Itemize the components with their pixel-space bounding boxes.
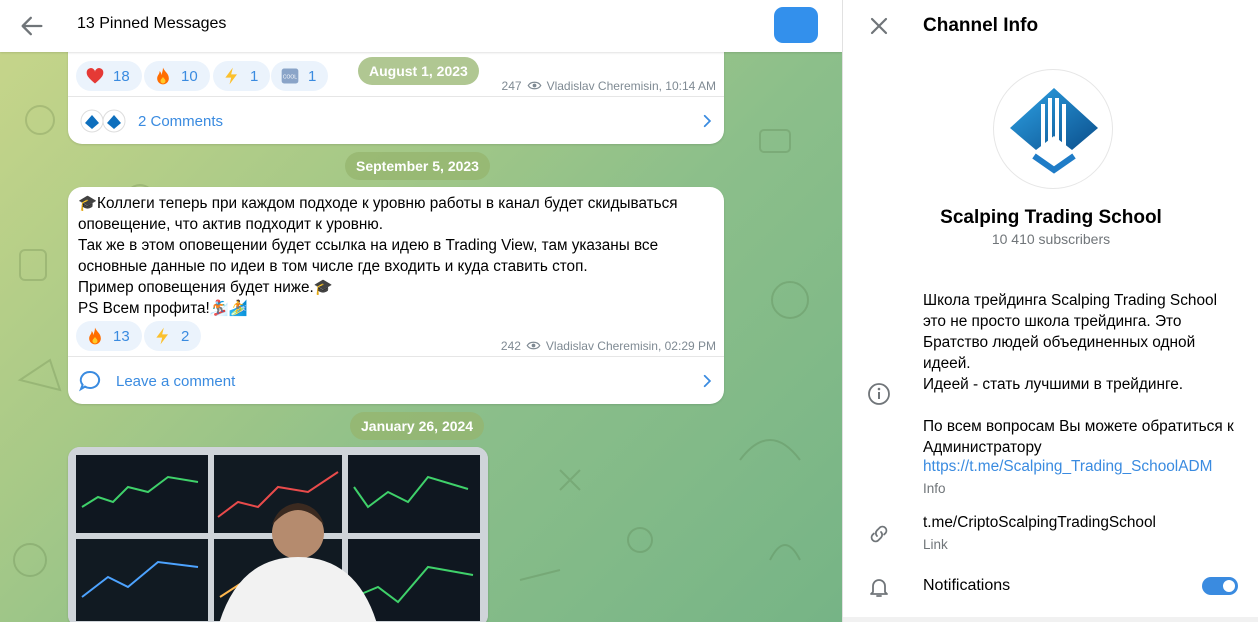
close-icon[interactable]	[867, 14, 891, 38]
reaction-count: 18	[113, 67, 130, 85]
pinned-count-title: 13 Pinned Messages	[77, 15, 227, 32]
message-meta: 242 Vladislav Cheremisin, 02:29 PM	[501, 338, 716, 353]
date-separator: August 1, 2023	[358, 57, 479, 85]
author-time: Vladislav Cheremisin, 02:29 PM	[545, 338, 716, 353]
svg-text:COOL: COOL	[283, 75, 297, 81]
channel-description: Школа трейдинга Scalping Trading School …	[923, 292, 1234, 456]
comment-bubble-icon	[79, 370, 101, 392]
channel-link[interactable]: t.me/CriptoScalpingTradingSchool	[923, 514, 1156, 532]
channel-avatar[interactable]	[993, 69, 1113, 189]
divider	[68, 96, 724, 97]
telegram-window: 13 Pinned Messages 18 10 1 COOL 1 247 Vl…	[0, 0, 1258, 622]
panel-title: Channel Info	[923, 15, 1039, 36]
reaction-count: 10	[181, 67, 198, 85]
pinned-messages-pane[interactable]: 13 Pinned Messages 18 10 1 COOL 1 247 Vl…	[0, 0, 842, 622]
lightning-icon	[156, 327, 168, 345]
comments-row[interactable]: 2 Comments	[80, 106, 223, 136]
back-arrow-icon[interactable]	[18, 12, 46, 40]
admin-link[interactable]: https://t.me/Scalping_Trading_SchoolADM	[923, 458, 1212, 476]
reaction-cool[interactable]: COOL 1	[271, 61, 329, 91]
reaction-count: 1	[250, 67, 259, 85]
reaction-count: 1	[308, 67, 317, 85]
top-bar: 13 Pinned Messages	[0, 0, 842, 52]
message-bubble[interactable]: 18 10 1 COOL 1 247 Vladislav Cheremisin,…	[68, 38, 724, 144]
message-photo[interactable]	[68, 447, 488, 622]
author-time: Vladislav Cheremisin, 10:14 AM	[546, 78, 716, 93]
notifications-toggle[interactable]	[1202, 577, 1238, 595]
notifications-label: Notifications	[923, 577, 1011, 594]
comments-label: 2 Comments	[138, 112, 224, 130]
reaction-lightning[interactable]: 2	[144, 321, 202, 351]
channel-name: Scalping Trading School	[940, 207, 1162, 228]
cool-icon: COOL	[281, 68, 299, 84]
message-meta: 247 Vladislav Cheremisin, 10:14 AM	[502, 78, 716, 93]
link-icon	[870, 525, 888, 543]
view-count: 242	[500, 338, 521, 353]
toggle-knob	[1221, 578, 1237, 594]
panel-bottom-divider	[843, 617, 1258, 622]
heart-icon	[86, 68, 104, 84]
fire-icon	[157, 67, 169, 85]
channel-logo-icon	[1010, 88, 1098, 174]
eye-icon	[527, 81, 542, 90]
channel-info-panel: Channel Info Scalping Trading School 10 …	[842, 0, 1258, 622]
eye-icon	[526, 341, 541, 350]
date-separator: September 5, 2023	[345, 152, 490, 180]
message-text: 🎓Коллеги теперь при каждом подходе к уро…	[78, 195, 678, 317]
chevron-right-icon	[703, 114, 712, 128]
commenter-avatars-icon	[80, 109, 126, 133]
message-bubble[interactable]: 🎓Коллеги теперь при каждом подходе к уро…	[68, 187, 724, 404]
reaction-heart[interactable]: 18	[76, 61, 142, 91]
subscriber-count: 10 410 subscribers	[991, 231, 1111, 247]
divider	[68, 356, 724, 357]
leave-comment-label: Leave a comment	[116, 372, 236, 390]
info-label: Info	[923, 481, 946, 496]
fire-icon	[89, 327, 101, 345]
info-icon	[868, 383, 890, 405]
date-separator: January 26, 2024	[350, 412, 485, 440]
leave-comment-row[interactable]: Leave a comment	[78, 366, 235, 396]
lightning-icon	[225, 67, 237, 85]
link-label: Link	[923, 537, 948, 552]
reaction-fire[interactable]: 13	[76, 321, 142, 351]
reaction-count: 13	[113, 327, 130, 345]
trading-screens-image	[68, 447, 488, 622]
bell-icon	[870, 579, 888, 597]
reaction-count: 2	[181, 327, 190, 345]
reaction-lightning[interactable]: 1	[213, 61, 271, 91]
chevron-right-icon	[703, 374, 712, 388]
view-count: 247	[501, 78, 522, 93]
reaction-fire[interactable]: 10	[144, 61, 210, 91]
header-action-button[interactable]	[774, 7, 818, 43]
